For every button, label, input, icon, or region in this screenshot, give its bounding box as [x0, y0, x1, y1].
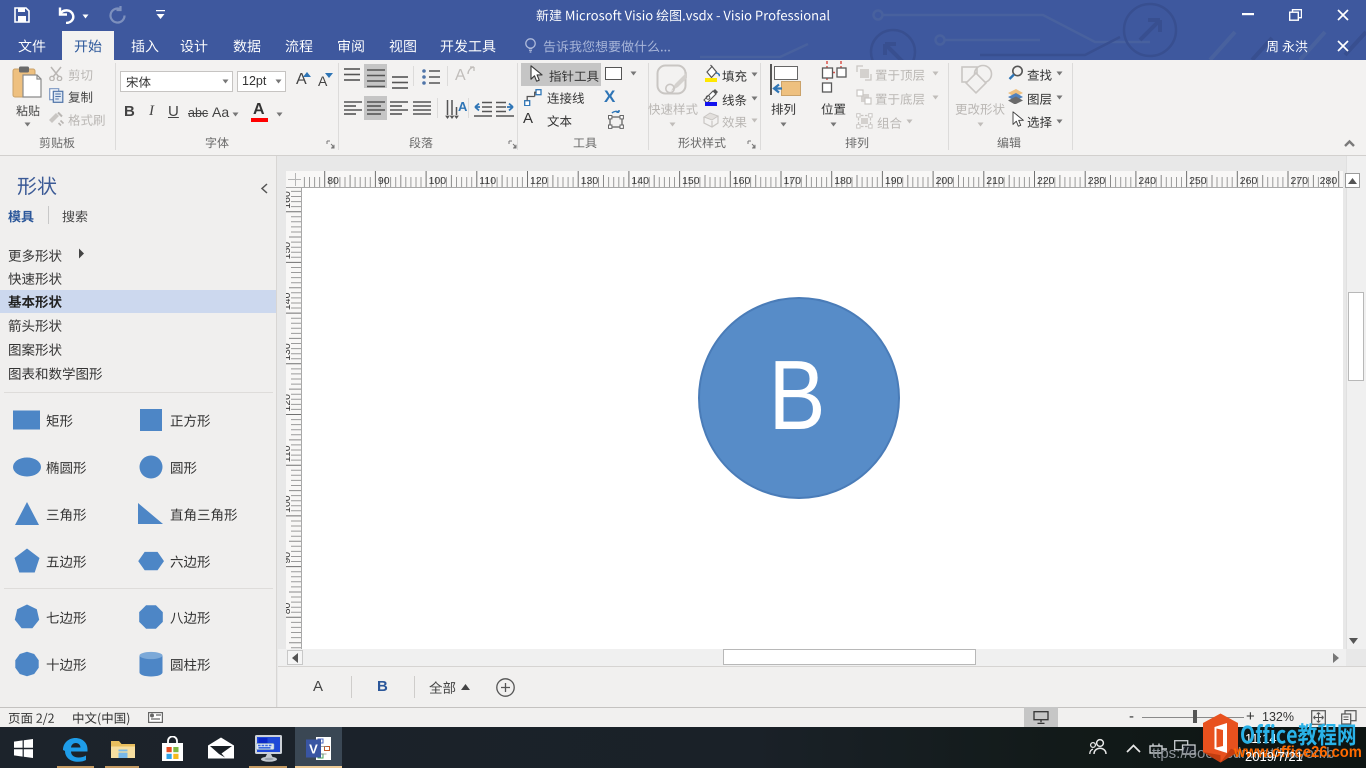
svg-text:90: 90	[286, 552, 293, 564]
svg-text:90: 90	[378, 175, 390, 187]
svg-text:200: 200	[936, 175, 954, 187]
svg-text:130: 130	[581, 175, 599, 187]
svg-text:A: A	[458, 99, 467, 114]
svg-text:110: 110	[479, 175, 496, 187]
svg-text:260: 260	[1240, 175, 1258, 187]
svg-text:100: 100	[429, 175, 447, 187]
svg-text:180: 180	[834, 175, 852, 187]
svg-text:190: 190	[885, 175, 903, 187]
svg-text:130: 130	[286, 343, 293, 361]
svg-text:230: 230	[1088, 175, 1106, 187]
svg-text:270: 270	[1291, 175, 1309, 187]
svg-text:80: 80	[286, 602, 293, 614]
svg-text:110: 110	[286, 445, 293, 462]
svg-text:120: 120	[530, 175, 548, 187]
svg-text:240: 240	[1138, 175, 1156, 187]
svg-text:250: 250	[1189, 175, 1207, 187]
svg-text:100: 100	[286, 495, 293, 513]
svg-text:150: 150	[682, 175, 700, 187]
svg-text:120: 120	[286, 394, 293, 412]
svg-text:B: B	[769, 340, 826, 450]
svg-text:280: 280	[1320, 175, 1338, 187]
svg-text:140: 140	[286, 292, 293, 310]
svg-text:160: 160	[286, 191, 293, 209]
svg-text:160: 160	[733, 175, 751, 187]
svg-text:150: 150	[286, 242, 293, 260]
svg-text:140: 140	[631, 175, 649, 187]
svg-text:220: 220	[1037, 175, 1055, 187]
svg-text:170: 170	[784, 175, 802, 187]
svg-text:210: 210	[986, 175, 1004, 187]
svg-text:V: V	[309, 742, 318, 757]
svg-text:80: 80	[327, 175, 339, 187]
